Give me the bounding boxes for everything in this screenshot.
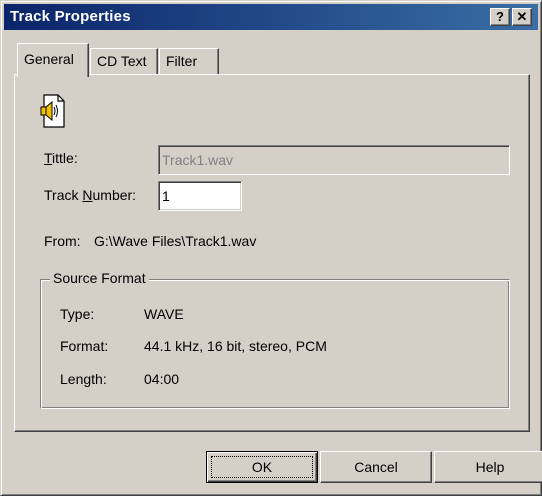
tab-general[interactable]: General xyxy=(17,43,89,77)
track-number-field[interactable] xyxy=(158,181,242,211)
title-field-label: Tittle: xyxy=(44,150,78,166)
window-title: Track Properties xyxy=(10,8,131,25)
track-number-label: Track Number: xyxy=(44,187,137,203)
length-value: 04:00 xyxy=(144,371,180,387)
audio-file-icon xyxy=(40,94,65,128)
source-format-legend: Source Format xyxy=(50,270,149,286)
help-question-icon[interactable]: ? xyxy=(490,8,510,26)
cancel-button[interactable]: Cancel xyxy=(320,451,432,483)
title-bar[interactable]: Track Properties ? ✕ xyxy=(4,4,538,30)
type-label: Type: xyxy=(60,306,95,322)
help-button[interactable]: Help xyxy=(434,451,542,483)
tab-cd-text[interactable]: CD Text xyxy=(90,48,158,75)
format-label: Format: xyxy=(60,338,109,354)
format-value: 44.1 kHz, 16 bit, stereo, PCM xyxy=(144,338,327,354)
from-path-value: G:\Wave Files\Track1.wav xyxy=(94,233,257,249)
close-icon[interactable]: ✕ xyxy=(512,8,532,26)
tab-filter[interactable]: Filter xyxy=(159,48,219,75)
title-field[interactable] xyxy=(158,145,510,175)
length-label: Length: xyxy=(60,371,107,387)
ok-button-label: OK xyxy=(211,456,313,478)
type-value: WAVE xyxy=(144,306,184,322)
ok-button[interactable]: OK xyxy=(206,451,318,483)
from-label: From: xyxy=(44,233,81,249)
